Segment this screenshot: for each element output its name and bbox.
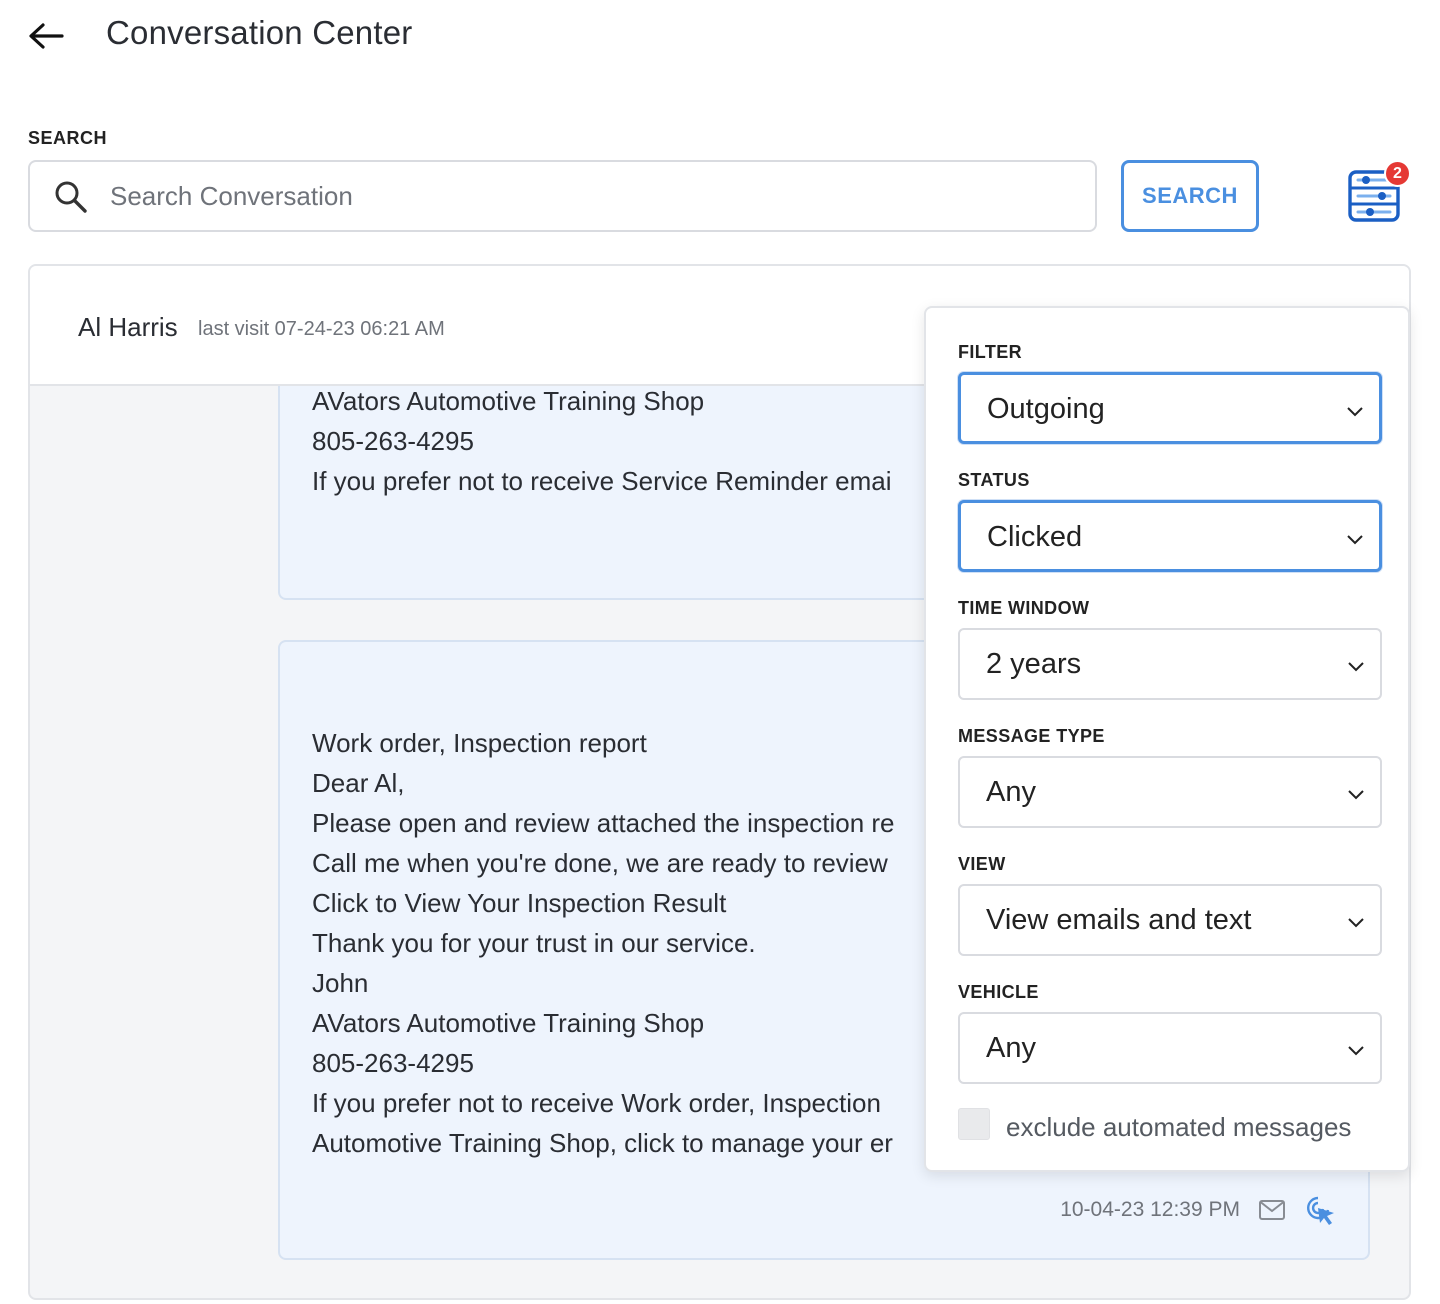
filter-popover: FILTER Outgoing STATUS Clicked TIME WIND… bbox=[924, 306, 1410, 1172]
status-value: Clicked bbox=[987, 521, 1083, 553]
time-window-label: TIME WINDOW bbox=[958, 598, 1090, 618]
inspection-result-link[interactable]: Click to View Your Inspection Result bbox=[312, 888, 726, 919]
chevron-down-icon bbox=[1348, 790, 1364, 800]
message-line: Thank you for your trust in our service. bbox=[312, 928, 756, 958]
message-line: AVators Automotive Training Shop bbox=[312, 1008, 705, 1038]
search-icon bbox=[55, 181, 87, 213]
filter-select[interactable]: Outgoing bbox=[958, 372, 1382, 444]
vehicle-select[interactable]: Any bbox=[958, 1012, 1382, 1084]
exclude-automated-label: exclude automated messages bbox=[1006, 1112, 1352, 1142]
chevron-down-icon bbox=[1348, 1046, 1364, 1056]
contact-name: Al Harris bbox=[78, 312, 178, 342]
vehicle-label: VEHICLE bbox=[958, 982, 1039, 1002]
arrow-left-icon bbox=[29, 23, 64, 49]
filter-label: FILTER bbox=[958, 342, 1023, 362]
search-button[interactable]: SEARCH bbox=[1121, 160, 1259, 232]
message-timestamp: 10-04-23 12:39 PM bbox=[1060, 1198, 1240, 1221]
message-line: 805-263-4295 bbox=[312, 1048, 474, 1078]
time-window-select[interactable]: 2 years bbox=[958, 628, 1382, 700]
view-value: View emails and text bbox=[986, 904, 1252, 936]
filter-value: Outgoing bbox=[987, 393, 1105, 425]
message-type-value: Any bbox=[986, 776, 1036, 808]
status-label: STATUS bbox=[958, 470, 1030, 490]
click-cursor-icon bbox=[1307, 1196, 1334, 1225]
message-line: If you prefer not to receive Work order,… bbox=[312, 1088, 881, 1118]
message-line: Dear Al, bbox=[312, 768, 405, 798]
view-select[interactable]: View emails and text bbox=[958, 884, 1382, 956]
message-line: Work order, Inspection report bbox=[312, 728, 647, 758]
back-button[interactable] bbox=[26, 18, 66, 58]
message-line: Call me when you're done, we are ready t… bbox=[312, 848, 888, 878]
last-visit: last visit 07-24-23 06:21 AM bbox=[198, 318, 445, 340]
vehicle-value: Any bbox=[986, 1032, 1036, 1064]
message-line: John bbox=[312, 968, 369, 998]
chevron-down-icon bbox=[1348, 662, 1364, 672]
chevron-down-icon bbox=[1347, 407, 1363, 417]
mail-icon bbox=[1259, 1200, 1285, 1220]
filter-count-badge: 2 bbox=[1384, 160, 1411, 187]
search-box bbox=[28, 160, 1097, 232]
chevron-down-icon bbox=[1348, 918, 1364, 928]
message-line: If you prefer not to receive Service Rem… bbox=[312, 466, 892, 496]
message-line: AVators Automotive Training Shop bbox=[312, 386, 705, 416]
exclude-automated-checkbox[interactable] bbox=[958, 1108, 990, 1140]
manage-preferences-link[interactable]: Automotive Training Shop, click to manag… bbox=[312, 1128, 893, 1159]
message-line: 805-263-4295 bbox=[312, 426, 474, 456]
message-type-label: MESSAGE TYPE bbox=[958, 726, 1105, 746]
status-select[interactable]: Clicked bbox=[958, 500, 1382, 572]
message-type-select[interactable]: Any bbox=[958, 756, 1382, 828]
message-line: Please open and review attached the insp… bbox=[312, 808, 895, 838]
page-title: Conversation Center bbox=[106, 14, 413, 51]
search-input[interactable] bbox=[110, 176, 1070, 216]
view-label: VIEW bbox=[958, 854, 1006, 874]
top-bar: Conversation Center bbox=[0, 0, 1440, 80]
search-label: SEARCH bbox=[28, 128, 108, 148]
chevron-down-icon bbox=[1347, 535, 1363, 545]
time-window-value: 2 years bbox=[986, 648, 1082, 680]
